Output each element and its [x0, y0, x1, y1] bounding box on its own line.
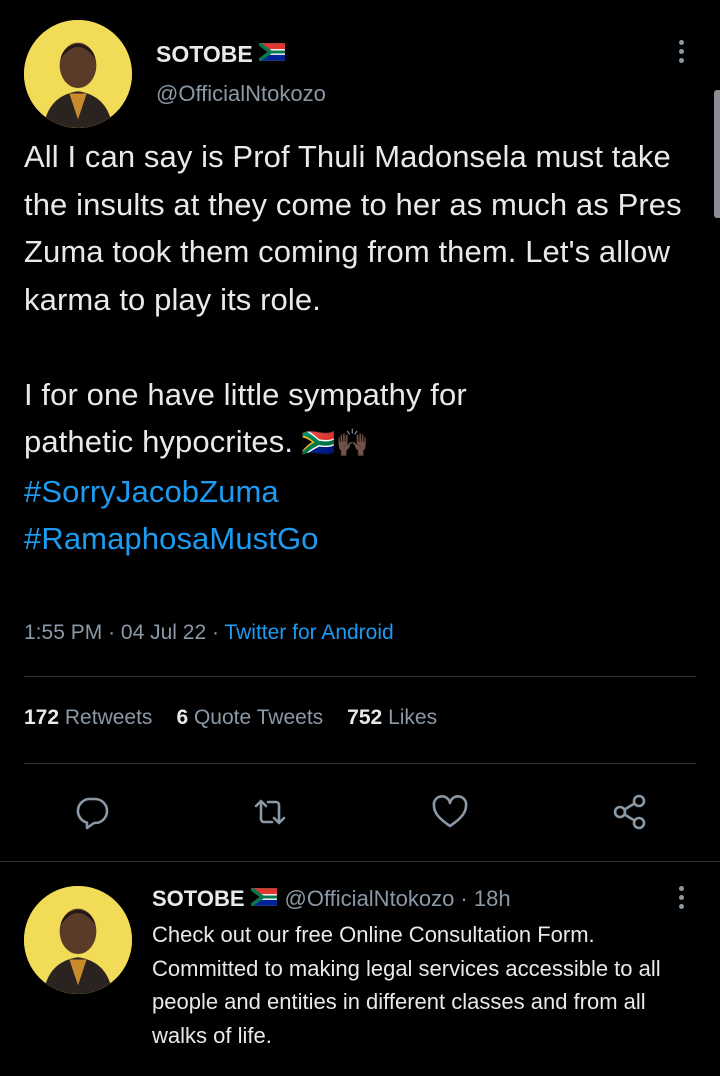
tweet-meta: 1:55 PM · 04 Jul 22 · Twitter for Androi… [24, 621, 394, 645]
likes-count: 752 [347, 706, 383, 729]
retweets-count: 172 [24, 706, 60, 729]
tweet-emoji: 🇿🇦🙌🏿 [301, 428, 370, 458]
quotes-count: 6 [176, 706, 189, 729]
author-avatar[interactable] [24, 20, 132, 128]
south-africa-flag-icon [250, 886, 277, 912]
south-africa-flag-icon [258, 43, 285, 66]
tweet-paragraph-2-text: I for one have little sympathy for pathe… [24, 376, 467, 460]
like-button[interactable] [428, 790, 472, 834]
reply-author-handle[interactable]: @OfficialNtokozo [285, 886, 455, 912]
share-button[interactable] [608, 790, 652, 834]
hashtag-link[interactable]: #SorryJacobZuma [24, 468, 704, 516]
author-name-row: SOTOBE [156, 41, 285, 68]
tweet-source-link[interactable]: Twitter for Android [224, 621, 393, 644]
tweet-actions [0, 790, 720, 838]
likes-stat[interactable]: 752 Likes [347, 706, 437, 730]
tweet-date[interactable]: 04 Jul 22 [121, 621, 206, 644]
tweet-paragraph-2: I for one have little sympathy for pathe… [24, 371, 584, 468]
more-options-icon[interactable] [676, 40, 686, 63]
hashtag-link[interactable]: #RamaphosaMustGo [24, 515, 704, 563]
engagement-stats: 172 Retweets 6 Quote Tweets 752 Likes [24, 706, 437, 730]
divider [0, 861, 720, 862]
author-handle[interactable]: @OfficialNtokozo [156, 81, 326, 107]
divider [24, 763, 696, 764]
reply-more-options-icon[interactable] [676, 886, 686, 909]
retweets-stat[interactable]: 172 Retweets [24, 706, 152, 730]
meta-separator: · [211, 621, 219, 644]
reply-author-name[interactable]: SOTOBE [152, 886, 245, 912]
meta-separator: · [108, 621, 116, 644]
tweet-paragraph-1: All I can say is Prof Thuli Madonsela mu… [24, 139, 682, 317]
reply-author-avatar[interactable] [24, 886, 132, 994]
divider [24, 676, 696, 677]
author-name[interactable]: SOTOBE [156, 41, 253, 68]
tweet-text: All I can say is Prof Thuli Madonsela mu… [24, 133, 704, 563]
retweets-label: Retweets [64, 706, 153, 729]
retweet-icon [254, 799, 286, 825]
reply-author-row: SOTOBE @OfficialNtokozo · 18h [152, 886, 511, 912]
quotes-label: Quote Tweets [193, 706, 324, 729]
reply-button[interactable] [70, 790, 114, 834]
retweet-button[interactable] [248, 790, 292, 834]
reply-age: · 18h [460, 886, 511, 911]
like-icon [432, 795, 468, 828]
likes-label: Likes [388, 706, 438, 729]
scrollbar-thumb[interactable] [714, 90, 720, 218]
tweet-time[interactable]: 1:55 PM [24, 621, 102, 644]
reply-text: Check out our free Online Consultation F… [152, 922, 661, 1048]
quote-tweets-stat[interactable]: 6 Quote Tweets [176, 706, 323, 730]
share-icon [613, 794, 646, 830]
reply-icon [76, 797, 109, 830]
